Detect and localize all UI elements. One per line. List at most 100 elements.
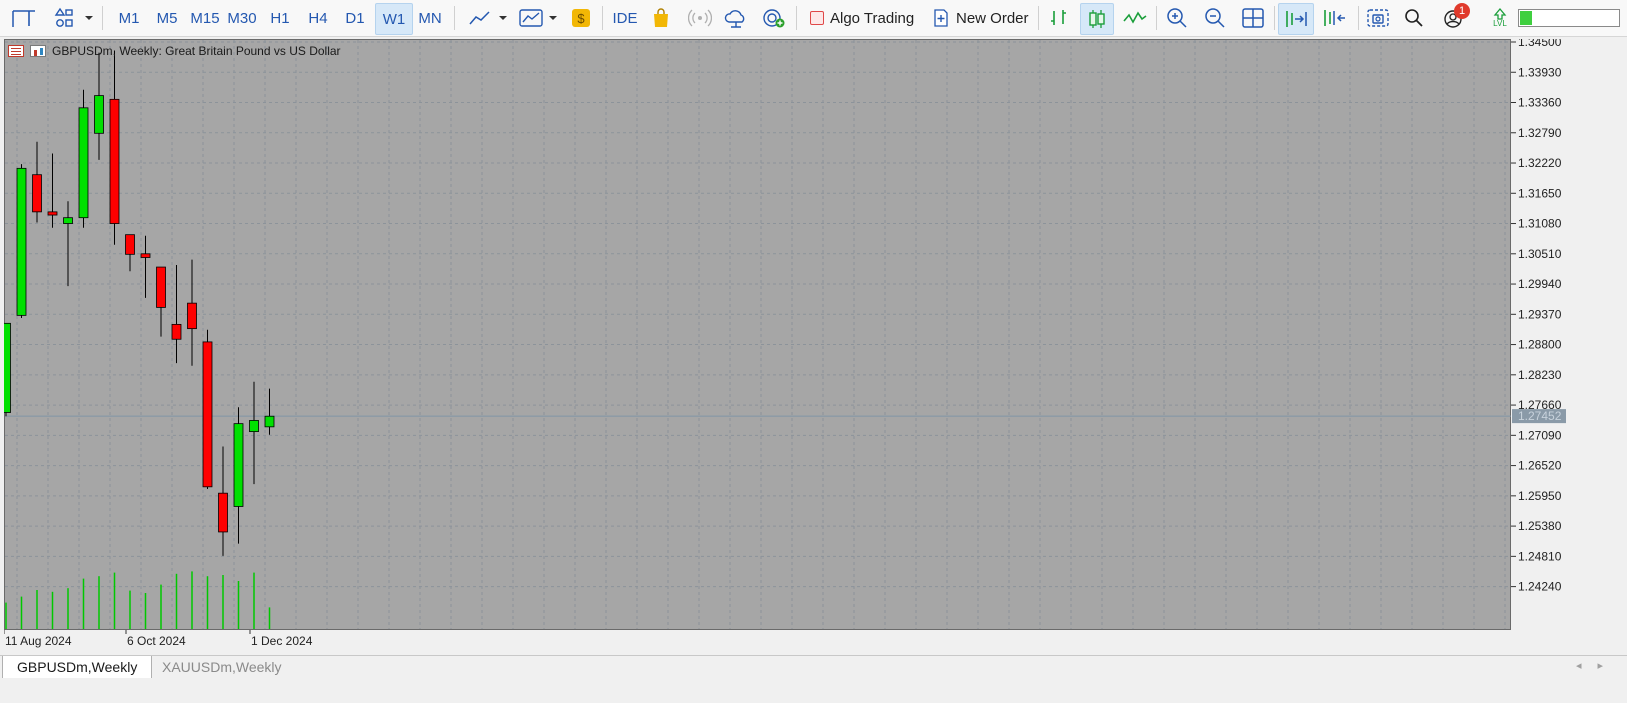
chart-type-icon[interactable] xyxy=(466,3,494,33)
indicators-dropdown-icon[interactable] xyxy=(546,3,560,33)
timeframe-d1-button[interactable]: D1 xyxy=(337,3,373,33)
timeframe-w1-button[interactable]: W1 xyxy=(375,3,413,35)
toolbar-separator xyxy=(602,6,603,30)
toolbar-separator xyxy=(102,6,103,30)
cloud-vps-icon[interactable] xyxy=(722,3,750,33)
main-toolbar: $ IDE Algo Trading New Order 1 LVL M1 M5… xyxy=(0,0,1627,37)
y-axis-tick-label: 1.24240 xyxy=(1518,580,1562,594)
price-chart: 1.34500 1.33930 1.33360 1.32790 1.32220 1.316… xyxy=(4,39,1566,648)
y-axis-tick-label: 1.34500 xyxy=(1518,39,1562,49)
auto-scroll-icon[interactable] xyxy=(1278,3,1314,35)
timeframe-mn-button[interactable]: MN xyxy=(412,3,448,33)
notification-badge: 1 xyxy=(1454,3,1470,19)
line-chart-icon[interactable] xyxy=(1120,3,1150,33)
y-axis-tick-label: 1.33360 xyxy=(1518,96,1562,110)
candle-bullish xyxy=(264,415,275,428)
x-axis-tick-label: 1 Dec 2024 xyxy=(251,634,313,648)
account-notifications-icon[interactable]: 1 xyxy=(1436,3,1470,33)
indicators-icon[interactable] xyxy=(516,3,546,33)
svg-text:$: $ xyxy=(577,11,585,26)
tile-windows-icon[interactable] xyxy=(1238,3,1268,33)
chart-window-icon[interactable] xyxy=(30,45,46,57)
chart-title: GBPUSDm, Weekly: Great Britain Pound vs … xyxy=(52,44,341,58)
text-tool-icon[interactable] xyxy=(18,3,40,33)
shapes-tool-icon[interactable] xyxy=(52,3,78,33)
search-icon[interactable] xyxy=(1400,3,1428,33)
candle-bullish xyxy=(63,217,73,224)
y-axis-tick-label: 1.26520 xyxy=(1518,459,1562,473)
candle-bullish xyxy=(249,420,259,433)
bottom-strip xyxy=(0,678,1627,703)
chart-shift-icon[interactable] xyxy=(1318,3,1352,33)
signals-icon[interactable] xyxy=(686,3,714,33)
candle-bearish xyxy=(109,98,120,224)
scroll-left-icon: ◂ xyxy=(1575,660,1598,672)
candle-bearish xyxy=(187,302,197,330)
tab-scroll-arrows[interactable]: ◂▸ xyxy=(1576,659,1619,672)
toolbar-separator xyxy=(1274,6,1275,30)
market-bag-icon[interactable] xyxy=(648,3,674,33)
y-axis-tick-label: 1.31080 xyxy=(1518,217,1562,231)
toolbar-separator xyxy=(454,6,455,30)
zoom-out-icon[interactable] xyxy=(1200,3,1230,33)
zoom-in-icon[interactable] xyxy=(1162,3,1192,33)
chart-tabs: GBPUSDm,Weekly XAUUSDm,Weekly ◂▸ xyxy=(0,655,1627,679)
tab-gbpusdm-weekly[interactable]: GBPUSDm,Weekly xyxy=(2,656,153,679)
bar-chart-icon[interactable] xyxy=(1044,3,1074,33)
x-axis-tick-label: 11 Aug 2024 xyxy=(5,634,72,648)
scroll-right-icon: ▸ xyxy=(1597,660,1619,672)
toolbar-separator xyxy=(1156,6,1157,30)
candle-bearish xyxy=(125,234,135,255)
y-axis-tick-label: 1.28800 xyxy=(1518,338,1562,352)
timeframe-h1-button[interactable]: H1 xyxy=(262,3,298,33)
y-axis-tick-label: 1.24810 xyxy=(1518,549,1562,563)
candle-bullish xyxy=(233,423,244,507)
candle-bearish xyxy=(171,323,182,340)
candle-bullish xyxy=(4,322,11,413)
screenshot-icon[interactable] xyxy=(1364,3,1392,33)
algo-trading-button[interactable]: Algo Trading xyxy=(806,3,922,33)
candle-bearish xyxy=(156,266,166,308)
y-axis-tick-label: 1.29370 xyxy=(1518,307,1562,321)
toolbar-separator xyxy=(1038,6,1039,30)
timeframe-m30-button[interactable]: M30 xyxy=(224,3,260,33)
candle-bearish xyxy=(32,174,42,213)
chart-type-dropdown-icon[interactable] xyxy=(496,3,510,33)
ide-button[interactable]: IDE xyxy=(610,3,640,33)
y-axis-tick-label: 1.32790 xyxy=(1518,126,1562,140)
y-axis-tick-label: 1.29940 xyxy=(1518,277,1562,291)
candlestick-chart-icon[interactable] xyxy=(1080,3,1114,35)
timeframe-m15-button[interactable]: M15 xyxy=(187,3,223,33)
y-axis-tick-label: 1.28230 xyxy=(1518,368,1562,382)
timeframe-m1-button[interactable]: M1 xyxy=(111,3,147,33)
new-order-icon xyxy=(934,9,948,27)
shapes-dropdown-icon[interactable] xyxy=(82,3,96,33)
community-add-icon[interactable] xyxy=(760,3,788,33)
new-order-button[interactable]: New Order xyxy=(928,3,1032,33)
current-price-label: 1.27452 xyxy=(1518,409,1562,423)
candle-bearish xyxy=(202,341,213,488)
level-icon[interactable]: LVL xyxy=(1486,3,1514,33)
trading-dollar-icon[interactable]: $ xyxy=(568,3,594,33)
candle-bullish xyxy=(94,95,104,134)
candle-bullish xyxy=(78,107,89,219)
level-meter xyxy=(1518,3,1627,33)
toolbar-separator xyxy=(1358,6,1359,30)
toolbar-separator xyxy=(796,6,797,30)
timeframe-m5-button[interactable]: M5 xyxy=(149,3,185,33)
candle-bearish xyxy=(218,492,228,533)
timeframe-h4-button[interactable]: H4 xyxy=(300,3,336,33)
x-axis-tick-label: 6 Oct 2024 xyxy=(127,634,186,648)
y-axis-tick-label: 1.32220 xyxy=(1518,156,1562,170)
candle-bearish xyxy=(47,211,58,216)
y-axis-tick-label: 1.27090 xyxy=(1518,428,1562,442)
y-axis-tick-label: 1.30510 xyxy=(1518,247,1562,261)
chart-list-icon[interactable] xyxy=(8,45,24,57)
y-axis-tick-label: 1.25380 xyxy=(1518,519,1562,533)
y-axis-tick-label: 1.25950 xyxy=(1518,489,1562,503)
tab-xauusdm-weekly[interactable]: XAUUSDm,Weekly xyxy=(148,656,296,678)
algo-trading-stop-icon xyxy=(810,11,824,25)
chart-title-bar: GBPUSDm, Weekly: Great Britain Pound vs … xyxy=(8,44,341,58)
candle-bullish xyxy=(16,167,27,316)
y-axis-tick-label: 1.31650 xyxy=(1518,186,1562,200)
